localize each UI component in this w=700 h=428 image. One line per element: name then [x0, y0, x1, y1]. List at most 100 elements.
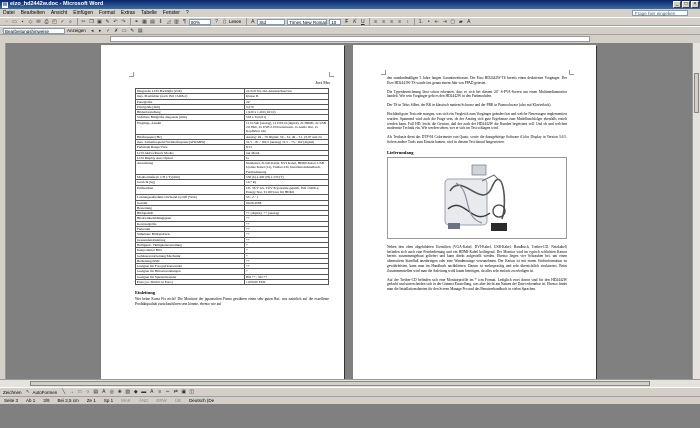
underline-icon[interactable]: U — [359, 19, 366, 25]
table-icon[interactable]: ▦ — [141, 19, 148, 25]
status-extend[interactable]: ERW — [152, 398, 170, 403]
menu-einfuegen[interactable]: Einfügen — [70, 10, 96, 16]
print-preview-icon[interactable]: ◰ — [51, 19, 58, 25]
research-icon[interactable]: ⌕ — [67, 19, 74, 25]
rectangle-icon[interactable]: □ — [76, 389, 83, 395]
align-left-icon[interactable]: ≡ — [372, 19, 379, 25]
ruler-scale[interactable] — [110, 36, 590, 42]
autoshapes-menu[interactable]: AutoFormen — [33, 390, 58, 395]
paste-icon[interactable]: ▣ — [96, 19, 103, 25]
line-spacing-icon[interactable]: ↕ — [404, 19, 411, 25]
menu-fenster[interactable]: Fenster — [160, 10, 183, 16]
horizontal-scroll-thumb[interactable] — [30, 381, 650, 386]
vertical-scrollbar[interactable] — [692, 43, 700, 379]
font-select[interactable]: Times New Roman — [287, 18, 328, 25]
accept-change-icon[interactable]: ✓ — [105, 28, 112, 34]
menu-extras[interactable]: Extras — [118, 10, 138, 16]
picture-icon[interactable]: ▧ — [124, 389, 131, 395]
clipart-icon[interactable]: ❀ — [116, 389, 123, 395]
document-page-right[interactable]: den standardmäßigen 5 Jahre langen Garan… — [353, 45, 596, 379]
document-page-left[interactable]: Jori Ebs Diagonale LCD-Backlight (Zoll) 2… — [101, 45, 344, 379]
menu-datei[interactable]: Datei — [0, 10, 18, 16]
align-right-icon[interactable]: ≡ — [388, 19, 395, 25]
close-icon[interactable]: × — [691, 1, 699, 8]
columns-icon[interactable]: ‖ — [157, 19, 164, 25]
maximize-icon[interactable]: □ — [682, 1, 690, 8]
status-overtype[interactable]: ÜB — [171, 398, 185, 403]
menu-format[interactable]: Format — [96, 10, 118, 16]
markup-view-select[interactable]: Bearbeitungshinweise — [3, 27, 65, 34]
border-icon[interactable]: ▢ — [449, 19, 456, 25]
help-search-input[interactable]: Frage hier eingeben — [632, 10, 688, 16]
horizontal-scrollbar[interactable] — [0, 379, 700, 387]
shadow-icon[interactable]: ▣ — [180, 389, 187, 395]
cut-icon[interactable]: ✂ — [80, 19, 87, 25]
help-icon[interactable]: ? — [213, 19, 220, 25]
bullets-icon[interactable]: • — [425, 19, 432, 25]
email-icon[interactable]: ✉ — [35, 19, 42, 25]
track-changes-icon[interactable]: ✎ — [129, 28, 136, 34]
arrow-icon[interactable]: → — [68, 389, 75, 395]
permission-icon[interactable]: ◇ — [27, 19, 34, 25]
decrease-indent-icon[interactable]: ⇤ — [433, 19, 440, 25]
arrow-style-icon[interactable]: ⇄ — [172, 389, 179, 395]
vertical-scroll-thumb[interactable] — [694, 73, 699, 113]
line-style-icon[interactable]: ≡ — [156, 389, 163, 395]
redo-icon[interactable]: ↷ — [120, 19, 127, 25]
drawing-icon[interactable]: ◿ — [165, 19, 172, 25]
reading-layout-icon[interactable]: ▯ — [221, 19, 228, 25]
zoom-select[interactable]: 80% — [189, 18, 211, 25]
styles-icon[interactable]: A — [249, 19, 256, 25]
status-track[interactable]: ÄND — [135, 398, 153, 403]
style-select[interactable]: Std — [257, 18, 286, 25]
align-center-icon[interactable]: ≡ — [380, 19, 387, 25]
justify-icon[interactable]: ≡ — [396, 19, 403, 25]
show-hide-icon[interactable]: ¶ — [181, 19, 188, 25]
undo-icon[interactable]: ↶ — [112, 19, 119, 25]
open-icon[interactable]: ▭ — [11, 19, 18, 25]
draw-menu[interactable]: Zeichnen — [3, 390, 22, 395]
font-color-icon[interactable]: A — [148, 389, 155, 395]
show-menu[interactable]: Anzeigen — [67, 28, 86, 33]
print-icon[interactable]: ⎙ — [43, 19, 50, 25]
next-change-icon[interactable]: ▸ — [97, 28, 104, 34]
italic-icon[interactable]: K — [351, 19, 358, 25]
highlight-icon[interactable]: ▰ — [457, 19, 464, 25]
reviewing-pane-icon[interactable]: ▤ — [137, 28, 144, 34]
select-objects-icon[interactable]: ↖ — [25, 389, 32, 395]
line-color-icon[interactable]: ▬ — [140, 389, 147, 395]
diagram-icon[interactable]: ◎ — [108, 389, 115, 395]
3d-icon[interactable]: ◫ — [188, 389, 195, 395]
menu-tabelle[interactable]: Tabelle — [138, 10, 160, 16]
line-icon[interactable]: ╲ — [60, 389, 67, 395]
dash-style-icon[interactable]: ┅ — [164, 389, 171, 395]
save-icon[interactable]: ▪ — [19, 19, 26, 25]
reject-change-icon[interactable]: ✗ — [113, 28, 120, 34]
increase-indent-icon[interactable]: ⇥ — [441, 19, 448, 25]
menu-ansicht[interactable]: Ansicht — [48, 10, 70, 16]
bold-icon[interactable]: F — [343, 19, 350, 25]
spelling-icon[interactable]: ✓ — [59, 19, 66, 25]
new-document-icon[interactable]: ▫ — [3, 19, 10, 25]
oval-icon[interactable]: ○ — [84, 389, 91, 395]
reading-mode-label[interactable]: Lesen — [229, 19, 241, 24]
comment-icon[interactable]: ▭ — [121, 28, 128, 34]
textbox-icon[interactable]: ▤ — [92, 389, 99, 395]
font-size-select[interactable]: 10 — [329, 18, 342, 25]
minimize-icon[interactable]: _ — [673, 1, 681, 8]
font-color-icon[interactable]: A — [465, 19, 472, 25]
status-macro[interactable]: MAK — [117, 398, 135, 403]
hyperlink-icon[interactable]: ⚭ — [133, 19, 140, 25]
word-icon[interactable]: W — [2, 1, 8, 8]
margin-marker — [381, 70, 386, 75]
numbering-icon[interactable]: ⒈ — [417, 19, 424, 25]
menu-help[interactable]: ? — [183, 10, 192, 16]
copy-icon[interactable]: ❐ — [88, 19, 95, 25]
menu-bearbeiten[interactable]: Bearbeiten — [18, 10, 48, 16]
format-painter-icon[interactable]: ✎ — [104, 19, 111, 25]
document-map-icon[interactable]: ▥ — [173, 19, 180, 25]
fill-color-icon[interactable]: ◆ — [132, 389, 139, 395]
wordart-icon[interactable]: A — [100, 389, 107, 395]
previous-change-icon[interactable]: ◂ — [89, 28, 96, 34]
excel-table-icon[interactable]: ▤ — [149, 19, 156, 25]
